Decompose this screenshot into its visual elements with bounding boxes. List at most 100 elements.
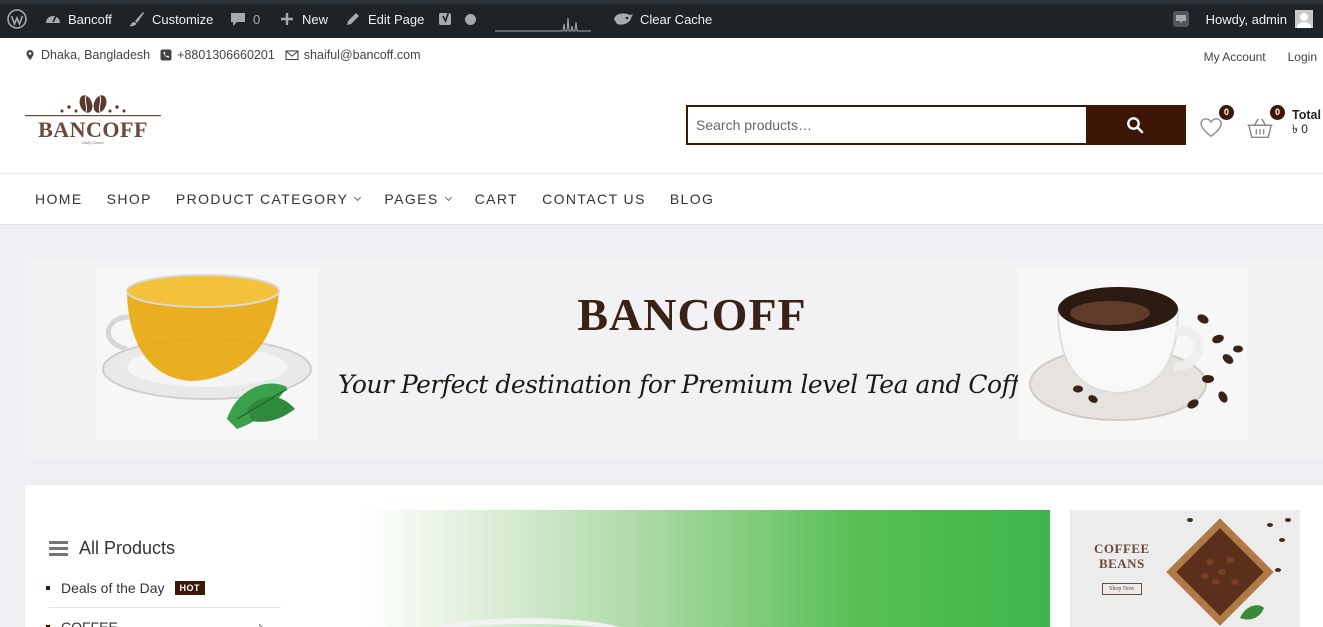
cart-total-value: ৳ 0 [1292, 122, 1308, 136]
nav-item-product-category[interactable]: PRODUCT CATEGORY [175, 191, 362, 207]
search-icon [1127, 117, 1144, 134]
comment-bubble-icon [229, 10, 247, 28]
customize-label: Customize [152, 11, 214, 27]
wp-admin-bar: Bancoff Customize 0 New Edit Page Clear … [0, 0, 1323, 38]
nav-item-label: HOME [35, 191, 83, 207]
nav-item-label: PAGES [384, 191, 439, 207]
yoast-icon [437, 10, 455, 28]
new-content-button[interactable]: New [278, 0, 328, 38]
coffee-cup-illustration [1029, 287, 1243, 421]
paintbrush-icon [128, 10, 146, 28]
user-avatar[interactable] [1295, 10, 1313, 28]
hero-banner: BANCOFF Your Perfect destination for Pre… [25, 258, 1323, 458]
comments-button[interactable]: 0 [229, 0, 260, 38]
account-links: My Account Login [1182, 50, 1317, 64]
pencil-icon [344, 10, 362, 28]
seo-status-dot[interactable] [465, 0, 476, 38]
nav-item-pages[interactable]: PAGES [384, 191, 452, 207]
bullet-icon [46, 586, 50, 590]
location-info: Dhaka, Bangladesh [24, 48, 150, 62]
clear-cache-label: Clear Cache [640, 11, 713, 27]
wishlist-button[interactable]: 0 [1200, 105, 1234, 138]
all-products-label: All Products [79, 538, 176, 558]
slider-decoration [418, 618, 638, 627]
main-navigation: HOME SHOP PRODUCT CATEGORY PAGES CART CO… [0, 173, 1323, 225]
hamburger-menu-icon [49, 541, 68, 556]
category-divider [49, 607, 281, 608]
promo-line-1: COFFEE [1094, 541, 1150, 556]
cart-total[interactable]: Total ৳ 0 [1292, 108, 1321, 136]
notification-icon[interactable] [1172, 10, 1190, 28]
yoast-seo-button[interactable] [437, 0, 461, 38]
sparkline-icon [495, 17, 591, 32]
plus-icon [278, 10, 296, 28]
nav-item-blog[interactable]: BLOG [670, 191, 715, 207]
hot-badge: HOT [174, 581, 205, 595]
email-info[interactable]: shaiful@bancoff.com [285, 48, 421, 62]
cart-count-badge: 0 [1270, 105, 1285, 120]
nav-item-shop[interactable]: SHOP [107, 191, 152, 207]
phone-icon [160, 49, 172, 61]
promo-line-2: BEANS [1098, 556, 1145, 571]
phone-text: +8801306660201 [177, 48, 275, 62]
hero-slider[interactable] [358, 510, 1050, 627]
site-header: Dhaka, Bangladesh +8801306660201 shaiful… [0, 38, 1323, 225]
wordpress-icon [7, 9, 27, 29]
nav-item-cart[interactable]: CART [475, 191, 518, 207]
coffee-cup-image [1018, 269, 1247, 441]
chevron-down-icon [354, 193, 362, 202]
login-link[interactable]: Login [1288, 50, 1317, 64]
admin-bar-right: Howdy, admin [1172, 0, 1313, 38]
clear-cache-button[interactable]: Clear Cache [612, 0, 712, 38]
cart-button[interactable]: 0 [1246, 105, 1285, 139]
query-monitor-sparkline[interactable] [495, 12, 591, 32]
product-search-form [686, 105, 1186, 145]
nav-item-home[interactable]: HOME [35, 191, 83, 207]
edit-page-label: Edit Page [368, 11, 425, 27]
site-logo[interactable]: BANCOFF Daily Desire [25, 92, 161, 148]
category-item-coffee[interactable]: COFFEE [46, 619, 118, 627]
status-dot-icon [465, 13, 476, 25]
customize-button[interactable]: Customize [128, 0, 213, 38]
coffee-beans-logo-icon [25, 95, 161, 117]
hero-subtitle: Your Perfect destination for Premium lev… [338, 370, 1048, 399]
nav-item-label: PRODUCT CATEGORY [175, 191, 349, 207]
nav-item-label: CART [474, 191, 519, 207]
edit-page-button[interactable]: Edit Page [344, 0, 424, 38]
cart-total-label: Total [1292, 108, 1321, 122]
search-button[interactable] [1086, 107, 1184, 143]
basket-icon [1247, 118, 1273, 139]
chevron-down-icon [444, 193, 452, 202]
map-pin-icon [26, 50, 34, 60]
contact-info-bar: Dhaka, Bangladesh +8801306660201 shaiful… [24, 48, 430, 62]
all-products-heading[interactable]: All Products [49, 538, 175, 559]
cheetah-icon [612, 10, 634, 28]
location-text: Dhaka, Bangladesh [41, 48, 151, 62]
wishlist-count-badge: 0 [1219, 105, 1234, 120]
nav-item-contact-us[interactable]: CONTACT US [542, 191, 646, 207]
my-account-link[interactable]: My Account [1204, 50, 1266, 64]
nav-item-label: CONTACT US [542, 191, 646, 207]
shop-now-button[interactable]: Shop Now [1102, 583, 1142, 595]
howdy-user-menu[interactable]: Howdy, admin [1206, 12, 1287, 27]
category-label: Deals of the Day [61, 580, 165, 596]
category-label: COFFEE [61, 619, 118, 627]
wordpress-logo-button[interactable] [7, 0, 33, 38]
logo-tagline: Daily Desire [82, 140, 104, 145]
nav-item-label: BLOG [669, 191, 715, 207]
email-text: shaiful@bancoff.com [303, 48, 421, 62]
new-label: New [302, 11, 329, 27]
nav-item-label: SHOP [106, 191, 152, 207]
heart-icon [1200, 118, 1222, 138]
coffee-beans-promo-banner[interactable]: COFFEE BEANS Shop Now [1070, 510, 1300, 627]
main-content: All Products Deals of the Day HOT COFFEE [25, 485, 1323, 627]
site-name-menu[interactable]: Bancoff [44, 0, 112, 38]
envelope-icon [285, 50, 299, 61]
phone-info[interactable]: +8801306660201 [160, 48, 275, 62]
comments-count: 0 [253, 11, 261, 27]
promo-title: COFFEE BEANS [1094, 541, 1150, 571]
site-name-label: Bancoff [68, 11, 112, 27]
search-input[interactable] [688, 107, 1086, 143]
category-item-deals[interactable]: Deals of the Day HOT [46, 580, 205, 596]
dashboard-icon [44, 10, 62, 28]
